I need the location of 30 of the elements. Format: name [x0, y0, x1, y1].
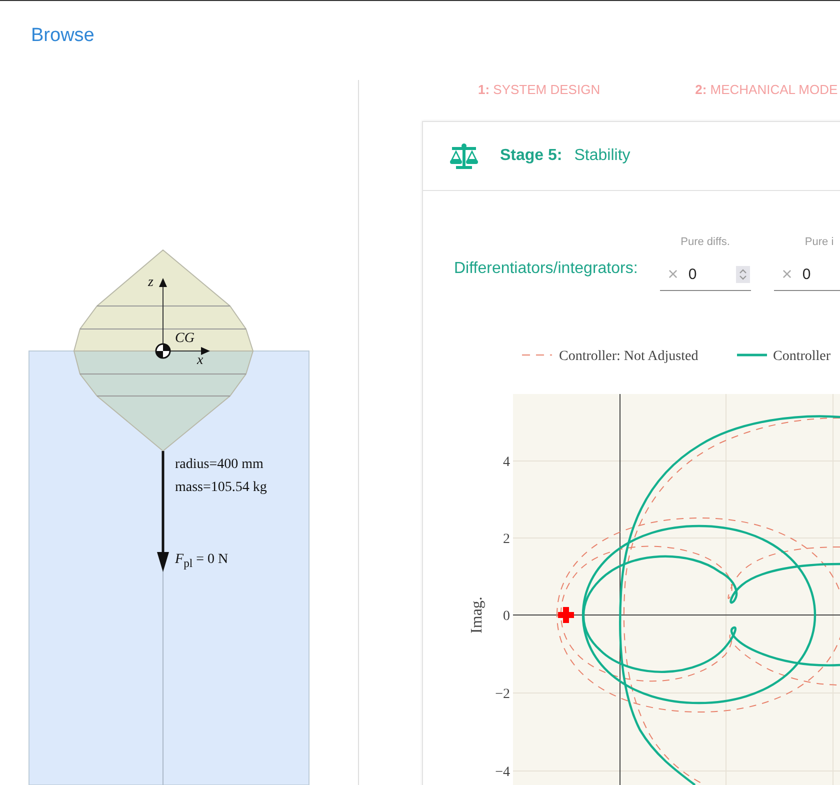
step-tab[interactable]: 1: SYSTEM DESIGN [478, 82, 600, 121]
legend-label: Controller: Not Adjusted [559, 349, 698, 364]
clear-button[interactable]: × [782, 264, 792, 284]
stage-name: Stability [574, 147, 630, 165]
number-field[interactable]: × 0 [660, 258, 751, 291]
y-axis-title: Imag. [468, 596, 486, 634]
critical-point-icon [558, 607, 574, 623]
spinner-icon[interactable] [736, 266, 750, 282]
field-label: Pure i [804, 236, 834, 248]
legend-label: Controller [773, 349, 831, 364]
y-tick-label: −2 [495, 687, 510, 702]
x-axis-label: x [197, 353, 204, 369]
center-of-gravity-icon [155, 343, 171, 359]
z-axis-label: z [148, 275, 154, 291]
force-label: F$_{pl}$ = 0 N [175, 552, 228, 570]
balance-scale-icon [449, 142, 479, 170]
browse-link[interactable]: Browse [31, 25, 94, 46]
controls-label: Differentiators/integrators: [454, 260, 638, 279]
clear-button[interactable]: × [668, 264, 678, 284]
y-tick-label: 2 [503, 532, 510, 547]
field-label: Pure diffs. [680, 236, 730, 248]
y-tick-label: −4 [495, 765, 510, 780]
mass-label: mass=105.54 kg [175, 480, 267, 496]
radius-label: radius=400 mm [175, 457, 264, 473]
stage-title: Stage 5: [500, 147, 562, 165]
step-tab[interactable]: 2: MECHANICAL MODE [695, 82, 838, 121]
y-tick-label: 4 [503, 455, 510, 470]
cg-label: CG [175, 331, 194, 347]
y-tick-label: 0 [503, 609, 510, 624]
number-field[interactable]: × 0 [774, 258, 840, 291]
